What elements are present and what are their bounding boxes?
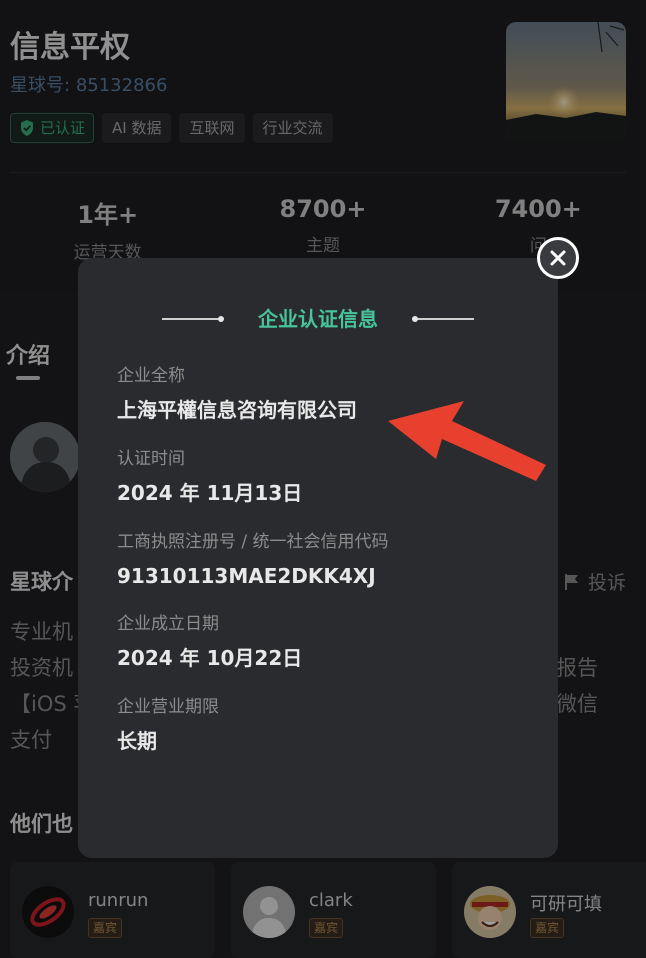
close-button[interactable] [537, 237, 579, 279]
field-label: 企业成立日期 [117, 614, 219, 634]
field-label: 企业全称 [117, 366, 185, 386]
field-value: 91310113MAE2DKK4XJ [117, 564, 376, 588]
field-certification-date: 认证时间 2024 年 11月13日 [117, 447, 302, 507]
field-value: 上海平權信息咨询有限公司 [117, 398, 357, 422]
modal-title-row: 企业认证信息 [78, 304, 558, 334]
field-label: 工商执照注册号 / 统一社会信用代码 [117, 532, 389, 552]
field-value: 2024 年 10月22日 [117, 646, 303, 670]
field-value: 长期 [117, 729, 157, 753]
field-credit-code: 工商执照注册号 / 统一社会信用代码 91310113MAE2DKK4XJ [117, 530, 389, 590]
modal-title: 企业认证信息 [258, 307, 378, 331]
field-company-name: 企业全称 上海平權信息咨询有限公司 [117, 364, 357, 424]
field-business-term: 企业营业期限 长期 [117, 695, 219, 755]
close-icon [550, 250, 566, 266]
field-label: 企业营业期限 [117, 697, 219, 717]
field-label: 认证时间 [117, 449, 185, 469]
field-value: 2024 年 11月13日 [117, 481, 303, 505]
field-founding-date: 企业成立日期 2024 年 10月22日 [117, 612, 302, 672]
arrow-annotation [388, 401, 546, 481]
certification-modal: 企业认证信息 企业全称 上海平權信息咨询有限公司 认证时间 2024 年 11月… [78, 258, 558, 858]
